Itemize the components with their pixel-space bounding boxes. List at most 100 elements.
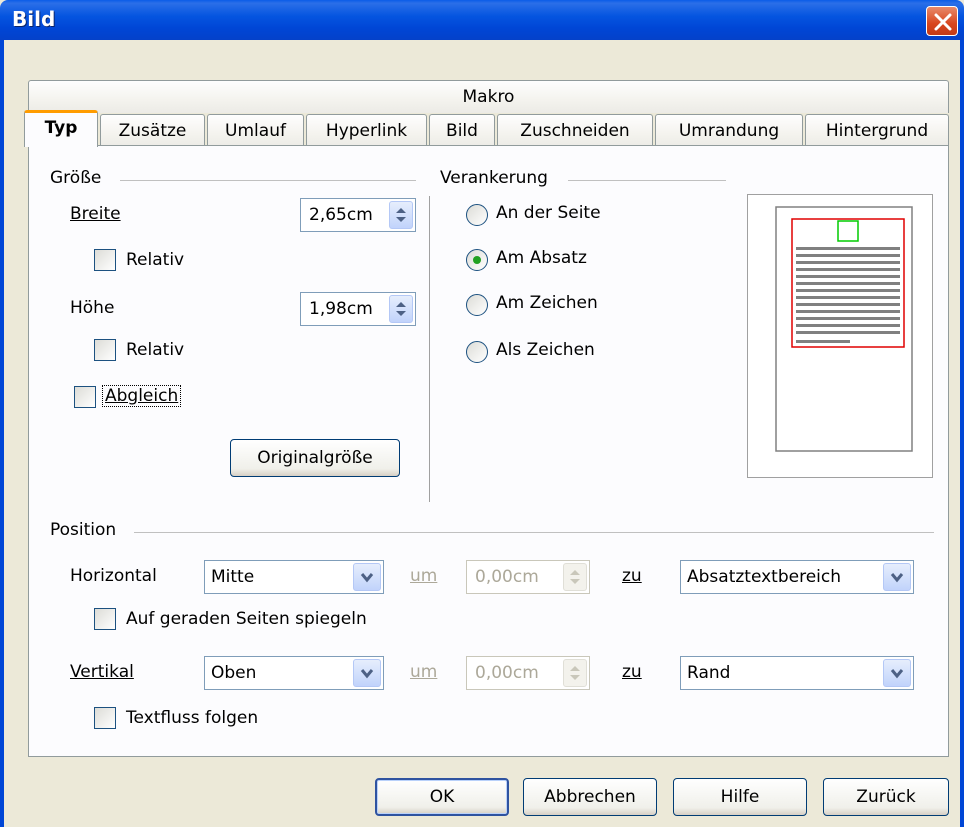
originalgroesse-button[interactable]: Originalgröße [230, 439, 400, 477]
hoehe-value: 1,98cm [309, 299, 373, 319]
breite-label: Breite [70, 204, 121, 224]
vertikal-um-spinner[interactable]: 0,00cm [466, 656, 590, 690]
tab-bild[interactable]: Bild [429, 114, 495, 147]
vertikal-um-spin-buttons[interactable] [563, 659, 587, 687]
vertikal-select[interactable]: Oben [204, 656, 384, 690]
horizontal-um-spinner[interactable]: 0,00cm [466, 560, 590, 594]
spiegeln-checkbox[interactable] [94, 608, 116, 630]
tab-hintergrund[interactable]: Hintergrund [805, 114, 949, 147]
chevron-down-icon [360, 573, 374, 583]
tab-label: Makro [462, 87, 515, 107]
hoehe-spin-buttons[interactable] [389, 295, 413, 323]
tab-label: Zusätze [118, 121, 187, 141]
title-bar[interactable] [0, 0, 964, 40]
horizontal-value: Mitte [211, 567, 255, 587]
vertikal-zu-value: Rand [687, 663, 731, 683]
abgleich-label: Abgleich [102, 385, 182, 407]
tab-label: Hyperlink [325, 121, 408, 141]
spin-arrows-icon [570, 570, 580, 584]
zurueck-button[interactable]: Zurück [823, 778, 949, 816]
radio-an-der-seite-label: An der Seite [496, 203, 601, 223]
spin-arrows-icon [396, 302, 406, 316]
vertical-separator [429, 196, 430, 502]
horizontal-zu-dropdown-button[interactable] [883, 563, 911, 591]
vertikal-zu-label: zu [622, 662, 642, 682]
zurueck-label: Zurück [856, 787, 916, 807]
breite-value: 2,65cm [309, 205, 373, 225]
tab-umrandung[interactable]: Umrandung [655, 114, 803, 147]
close-icon [934, 13, 952, 31]
page-preview-graphic [775, 206, 913, 452]
horizontal-zu-label: zu [622, 566, 642, 586]
tab-makro[interactable]: Makro [28, 80, 949, 113]
tab-label: Zuschneiden [520, 121, 630, 141]
horizontal-um-value: 0,00cm [475, 567, 539, 587]
breite-relativ-checkbox[interactable] [94, 249, 116, 271]
radio-am-zeichen[interactable] [466, 294, 488, 316]
horizontal-um-label: um [410, 566, 438, 586]
tab-label: Hintergrund [825, 121, 929, 141]
vertikal-um-value: 0,00cm [475, 663, 539, 683]
close-button[interactable] [926, 6, 958, 36]
hilfe-button[interactable]: Hilfe [673, 778, 807, 816]
abbrechen-label: Abbrechen [544, 787, 636, 807]
breite-spin-buttons[interactable] [389, 201, 413, 229]
tab-label: Bild [446, 121, 478, 141]
chevron-down-icon [890, 669, 904, 679]
hoehe-label: Höhe [70, 298, 115, 318]
radio-am-zeichen-label: Am Zeichen [496, 293, 598, 313]
position-separator [134, 532, 934, 533]
tab-umlauf[interactable]: Umlauf [207, 114, 304, 147]
ok-label: OK [429, 787, 455, 807]
breite-relativ-label: Relativ [126, 250, 185, 270]
tab-label: Umlauf [225, 121, 286, 141]
groesse-separator [120, 180, 416, 181]
window-frame-left [0, 40, 4, 827]
anchor-preview [747, 194, 933, 478]
tab-zusaetze[interactable]: Zusätze [100, 114, 205, 147]
tab-zuschneiden[interactable]: Zuschneiden [497, 114, 653, 147]
tab-label: Umrandung [678, 121, 780, 141]
radio-am-absatz-label: Am Absatz [496, 248, 587, 268]
vertikal-dropdown-button[interactable] [353, 659, 381, 687]
horizontal-zu-select[interactable]: Absatztextbereich [680, 560, 914, 594]
verankerung-separator [568, 180, 726, 181]
radio-als-zeichen[interactable] [466, 341, 488, 363]
radio-an-der-seite[interactable] [466, 204, 488, 226]
radio-am-absatz[interactable] [466, 249, 488, 271]
radio-als-zeichen-label: Als Zeichen [496, 340, 595, 360]
window-frame-right [960, 40, 964, 827]
spin-arrows-icon [396, 208, 406, 222]
window-title: Bild [12, 7, 56, 31]
verankerung-title: Verankerung [440, 168, 554, 188]
tab-typ[interactable]: Typ [24, 110, 98, 147]
hoehe-relativ-checkbox[interactable] [94, 339, 116, 361]
tab-label: Typ [44, 118, 78, 138]
groesse-title: Größe [50, 168, 108, 188]
tab-hyperlink[interactable]: Hyperlink [306, 114, 427, 147]
breite-spinner[interactable]: 2,65cm [300, 198, 416, 232]
horizontal-select[interactable]: Mitte [204, 560, 384, 594]
abgleich-checkbox[interactable] [74, 386, 96, 408]
ok-button[interactable]: OK [375, 778, 509, 816]
vertikal-label: Vertikal [70, 662, 134, 682]
position-title: Position [50, 520, 123, 540]
horizontal-dropdown-button[interactable] [353, 563, 381, 591]
abbrechen-button[interactable]: Abbrechen [523, 778, 657, 816]
chevron-down-icon [890, 573, 904, 583]
hoehe-relativ-label: Relativ [126, 340, 185, 360]
hoehe-spinner[interactable]: 1,98cm [300, 292, 416, 326]
textfluss-label: Textfluss folgen [126, 708, 259, 728]
horizontal-um-spin-buttons[interactable] [563, 563, 587, 591]
originalgroesse-label: Originalgröße [257, 448, 373, 468]
horizontal-label: Horizontal [70, 566, 157, 586]
vertikal-zu-select[interactable]: Rand [680, 656, 914, 690]
textfluss-checkbox[interactable] [94, 707, 116, 729]
horizontal-zu-value: Absatztextbereich [687, 567, 842, 587]
vertikal-zu-dropdown-button[interactable] [883, 659, 911, 687]
vertikal-value: Oben [211, 663, 257, 683]
hilfe-label: Hilfe [720, 787, 760, 807]
spiegeln-label: Auf geraden Seiten spiegeln [126, 609, 367, 629]
chevron-down-icon [360, 669, 374, 679]
vertikal-um-label: um [410, 662, 438, 682]
